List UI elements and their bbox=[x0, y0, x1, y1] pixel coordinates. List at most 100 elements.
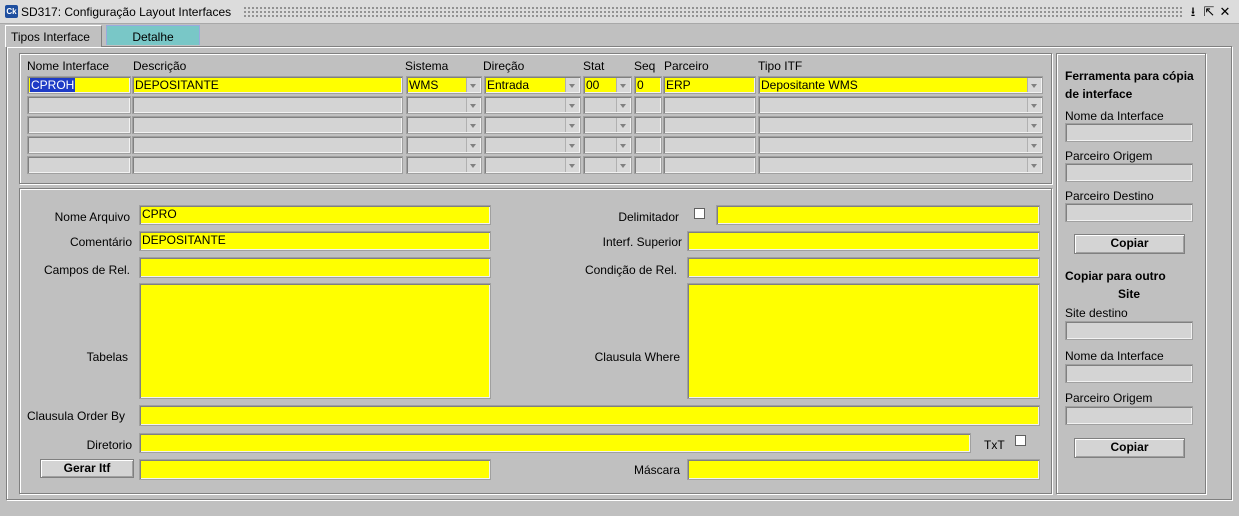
interf-superior-field[interactable] bbox=[687, 231, 1040, 251]
parceiro-origem-site-label: Parceiro Origem bbox=[1065, 391, 1153, 405]
chevron-down-icon[interactable] bbox=[1027, 78, 1041, 92]
chevron-down-icon[interactable] bbox=[466, 118, 480, 132]
chevron-down-icon[interactable] bbox=[1027, 158, 1041, 172]
campos-rel-field[interactable] bbox=[139, 257, 491, 278]
nome-interface-copy-field[interactable] bbox=[1065, 123, 1193, 142]
txt-checkbox[interactable] bbox=[1015, 435, 1026, 446]
table-row-select[interactable] bbox=[758, 116, 1043, 134]
table-row-cell[interactable] bbox=[663, 96, 756, 114]
table-row-cell[interactable] bbox=[634, 96, 662, 114]
parceiro-cell[interactable]: ERP bbox=[663, 76, 756, 94]
gerar-itf-field[interactable] bbox=[139, 459, 491, 480]
condicao-rel-field[interactable] bbox=[687, 257, 1040, 278]
table-row-cell[interactable] bbox=[27, 156, 131, 174]
table-row-cell[interactable] bbox=[634, 136, 662, 154]
tipo-itf-select[interactable]: Depositante WMS bbox=[758, 76, 1043, 94]
parceiro-origem-field[interactable] bbox=[1065, 163, 1193, 182]
table-row-cell[interactable] bbox=[27, 96, 131, 114]
table-row-select[interactable] bbox=[484, 96, 581, 114]
chevron-down-icon[interactable] bbox=[565, 158, 579, 172]
nome-arquivo-field[interactable]: CPRO bbox=[139, 205, 491, 225]
table-row-select[interactable] bbox=[484, 136, 581, 154]
table-row-cell[interactable] bbox=[132, 96, 403, 114]
table-row-cell[interactable] bbox=[663, 116, 756, 134]
site-destino-label: Site destino bbox=[1065, 306, 1128, 320]
table-row-select[interactable] bbox=[583, 156, 632, 174]
chevron-down-icon[interactable] bbox=[616, 78, 630, 92]
table-row-cell[interactable] bbox=[663, 136, 756, 154]
table-row-select[interactable] bbox=[484, 116, 581, 134]
parceiro-origem-label: Parceiro Origem bbox=[1065, 149, 1153, 163]
table-row-select[interactable] bbox=[406, 116, 482, 134]
mascara-field[interactable] bbox=[687, 459, 1040, 480]
mascara-label: Máscara bbox=[633, 463, 680, 477]
delimitador-field[interactable] bbox=[716, 205, 1040, 225]
table-row-select[interactable] bbox=[583, 96, 632, 114]
chevron-down-icon[interactable] bbox=[565, 98, 579, 112]
stat-select[interactable]: 00 bbox=[583, 76, 632, 94]
nome-interface-copy-label: Nome da Interface bbox=[1065, 109, 1164, 123]
header-sistema: Sistema bbox=[405, 59, 449, 73]
table-row-cell[interactable] bbox=[132, 156, 403, 174]
chevron-down-icon[interactable] bbox=[565, 78, 579, 92]
copiar-button[interactable]: Copiar bbox=[1074, 234, 1185, 254]
header-seq: Seq bbox=[634, 59, 656, 73]
chevron-down-icon[interactable] bbox=[616, 138, 630, 152]
table-row-cell[interactable] bbox=[132, 116, 403, 134]
clausula-where-field[interactable] bbox=[687, 283, 1040, 399]
gerar-itf-button[interactable]: Gerar Itf bbox=[40, 459, 134, 478]
nome-interface-site-label: Nome da Interface bbox=[1065, 349, 1164, 363]
copiar-site-button[interactable]: Copiar bbox=[1074, 438, 1185, 458]
table-row-select[interactable] bbox=[583, 116, 632, 134]
close-icon[interactable]: ✕ bbox=[1218, 3, 1232, 20]
chevron-down-icon[interactable] bbox=[1027, 118, 1041, 132]
table-row-cell[interactable] bbox=[27, 116, 131, 134]
table-row-cell[interactable] bbox=[132, 136, 403, 154]
seq-cell[interactable]: 0 bbox=[634, 76, 662, 94]
chevron-down-icon[interactable] bbox=[466, 98, 480, 112]
parceiro-origem-site-field[interactable] bbox=[1065, 406, 1193, 425]
table-row-cell[interactable] bbox=[634, 116, 662, 134]
site-destino-field[interactable] bbox=[1065, 321, 1193, 340]
clausula-order-field[interactable] bbox=[139, 405, 1040, 426]
chevron-down-icon[interactable] bbox=[1027, 98, 1041, 112]
table-row-select[interactable] bbox=[583, 136, 632, 154]
restore-icon[interactable]: ⇱ bbox=[1202, 3, 1216, 20]
nome-interface-cell[interactable]: CPROH bbox=[27, 76, 131, 94]
chevron-down-icon[interactable] bbox=[616, 158, 630, 172]
delimitador-checkbox[interactable] bbox=[694, 208, 705, 219]
chevron-down-icon[interactable] bbox=[616, 98, 630, 112]
chevron-down-icon[interactable] bbox=[1027, 138, 1041, 152]
table-row-select[interactable] bbox=[484, 156, 581, 174]
header-tipo-itf: Tipo ITF bbox=[758, 59, 803, 73]
table-row-select[interactable] bbox=[406, 136, 482, 154]
diretorio-field[interactable] bbox=[139, 433, 971, 453]
parceiro-destino-field[interactable] bbox=[1065, 203, 1193, 222]
chevron-down-icon[interactable] bbox=[466, 158, 480, 172]
direcao-value: Entrada bbox=[487, 78, 530, 92]
chevron-down-icon[interactable] bbox=[616, 118, 630, 132]
table-row-select[interactable] bbox=[758, 136, 1043, 154]
tab-tipos-interface[interactable]: Tipos Interface bbox=[5, 25, 102, 47]
comentario-field[interactable]: DEPOSITANTE bbox=[139, 231, 491, 251]
txt-label: TxT bbox=[984, 438, 1005, 452]
tabelas-field[interactable] bbox=[139, 283, 491, 399]
tab-detalhe[interactable]: Detalhe bbox=[106, 25, 200, 45]
nome-interface-site-field[interactable] bbox=[1065, 364, 1193, 383]
chevron-down-icon[interactable] bbox=[466, 138, 480, 152]
table-row-select[interactable] bbox=[406, 96, 482, 114]
descricao-cell[interactable]: DEPOSITANTE bbox=[132, 76, 403, 94]
chevron-down-icon[interactable] bbox=[565, 138, 579, 152]
table-row-select[interactable] bbox=[758, 156, 1043, 174]
minimize-icon[interactable]: ⭳ bbox=[1186, 3, 1200, 20]
chevron-down-icon[interactable] bbox=[565, 118, 579, 132]
table-row-select[interactable] bbox=[406, 156, 482, 174]
chevron-down-icon[interactable] bbox=[466, 78, 480, 92]
table-row-cell[interactable] bbox=[27, 136, 131, 154]
sistema-select[interactable]: WMS bbox=[406, 76, 482, 94]
table-row-cell[interactable] bbox=[634, 156, 662, 174]
table-row-select[interactable] bbox=[758, 96, 1043, 114]
header-stat: Stat bbox=[583, 59, 605, 73]
direcao-select[interactable]: Entrada bbox=[484, 76, 581, 94]
table-row-cell[interactable] bbox=[663, 156, 756, 174]
